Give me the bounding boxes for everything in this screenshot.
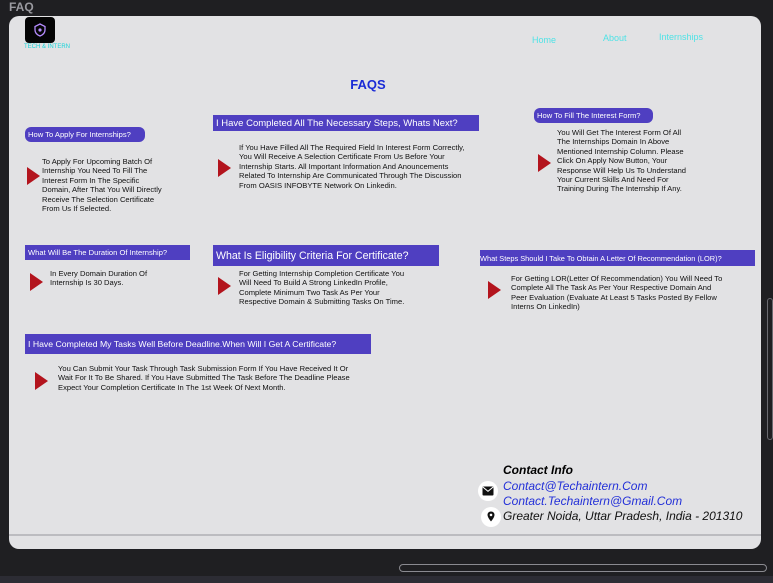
- faq-question-interest-form[interactable]: How To Fill The Interest Form?: [534, 108, 653, 123]
- contact-info-title: Contact Info: [503, 463, 573, 477]
- play-arrow-icon: [218, 159, 231, 177]
- page-title: FAQS: [350, 77, 386, 92]
- window-title: FAQ: [9, 0, 34, 14]
- shield-logo-icon: [34, 23, 46, 37]
- horizontal-scrollbar[interactable]: [399, 564, 767, 572]
- faq-page: TECH & INTERN Home About Internships FAQ…: [9, 16, 761, 549]
- faq-question-apply[interactable]: How To Apply For Internships?: [25, 127, 145, 142]
- faq-question-lor[interactable]: What Steps Should I Take To Obtain A Let…: [480, 250, 755, 266]
- play-arrow-icon: [27, 167, 40, 185]
- nav-about-link[interactable]: About: [603, 33, 627, 43]
- faq-answer-interest-form: You Will Get The Interest Form Of All Th…: [557, 128, 687, 194]
- vertical-scrollbar[interactable]: [767, 298, 773, 440]
- play-arrow-icon: [30, 273, 43, 291]
- faq-answer-lor: For Getting LOR(Letter Of Recommendation…: [511, 274, 723, 312]
- play-arrow-icon: [218, 277, 231, 295]
- brand-name: TECH & INTERN: [24, 44, 71, 50]
- window-bottom-bar: [0, 576, 773, 583]
- faq-question-certificate[interactable]: I Have Completed My Tasks Well Before De…: [25, 334, 371, 354]
- faq-answer-next-steps: If You Have Filled All The Required Fiel…: [239, 143, 465, 190]
- faq-question-eligibility[interactable]: What Is Eligibility Criteria For Certifi…: [213, 245, 439, 266]
- play-arrow-icon: [35, 372, 48, 390]
- nav-home-link[interactable]: Home: [532, 35, 556, 45]
- faq-answer-duration: In Every Domain Duration Of Internship I…: [50, 269, 148, 288]
- contact-email-gmail[interactable]: Contact.Techaintern@Gmail.Com: [503, 494, 682, 508]
- envelope-icon-badge: [478, 481, 498, 501]
- faq-question-next-steps[interactable]: I Have Completed All The Necessary Steps…: [213, 115, 479, 131]
- faq-answer-eligibility: For Getting Internship Completion Certif…: [239, 269, 405, 307]
- location-icon-badge: [481, 507, 501, 527]
- faq-answer-apply: To Apply For Upcoming Batch Of Internshi…: [42, 157, 162, 214]
- contact-email-primary[interactable]: Contact@Techaintern.Com: [503, 479, 647, 493]
- play-arrow-icon: [488, 281, 501, 299]
- footer-divider: [9, 534, 761, 536]
- faq-answer-certificate: You Can Submit Your Task Through Task Su…: [58, 364, 350, 392]
- play-arrow-icon: [538, 154, 551, 172]
- faq-question-duration[interactable]: What Will Be The Duration Of Internship?: [25, 245, 190, 260]
- brand-logo[interactable]: [25, 17, 55, 43]
- envelope-icon: [482, 486, 494, 496]
- location-pin-icon: [487, 511, 495, 522]
- nav-internships-link[interactable]: Internships: [659, 32, 703, 42]
- contact-address: Greater Noida, Uttar Pradesh, India - 20…: [503, 509, 743, 523]
